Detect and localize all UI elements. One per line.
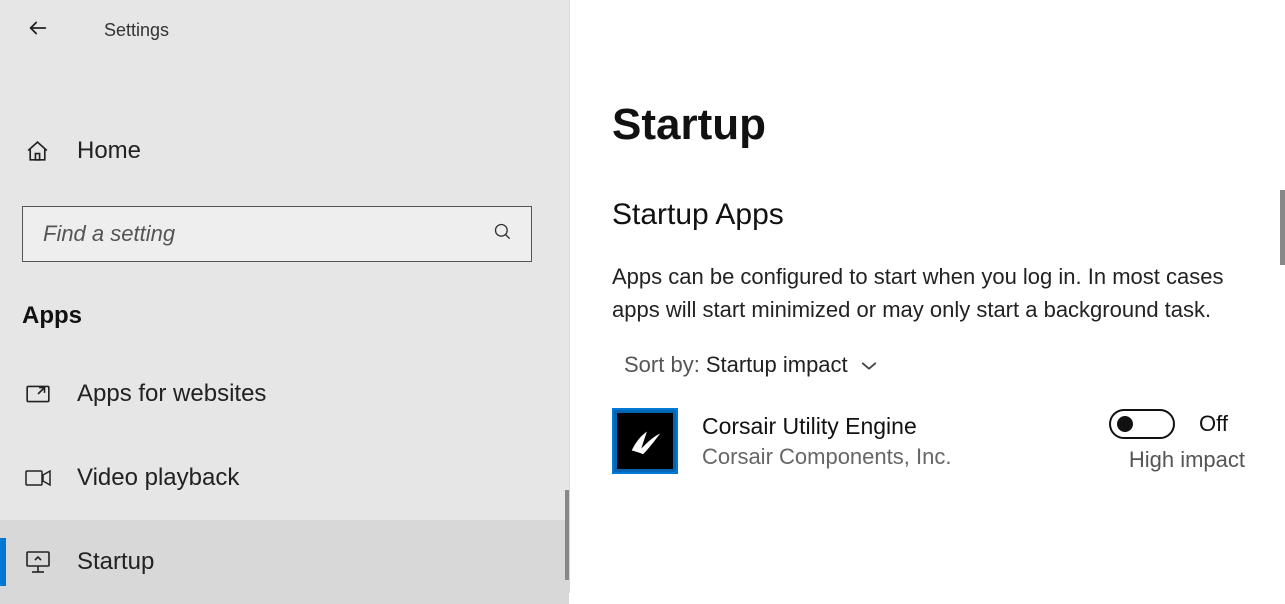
app-name: Corsair Utility Engine — [702, 413, 951, 440]
search-icon — [493, 222, 513, 247]
back-button[interactable] — [10, 2, 66, 58]
toggle-state-label: Off — [1199, 411, 1245, 437]
startup-icon — [25, 549, 77, 575]
video-playback-icon — [25, 465, 77, 491]
minimize-button[interactable] — [1051, 5, 1129, 52]
page-title: Startup — [612, 100, 1285, 150]
sidebar-header: Settings — [0, 0, 569, 60]
apps-for-websites-icon — [25, 381, 77, 407]
startup-toggle[interactable] — [1109, 409, 1175, 439]
sidebar-nav-list: Apps for websites Video playback Sta — [0, 352, 569, 604]
sidebar-item-label: Video playback — [77, 464, 239, 492]
startup-app-row: Corsair Utility Engine Corsair Component… — [612, 408, 1245, 474]
arrow-left-icon — [27, 17, 49, 44]
settings-sidebar: Settings Home Apps — [0, 0, 570, 593]
app-text: Corsair Utility Engine Corsair Component… — [702, 413, 951, 470]
nav-home[interactable]: Home — [0, 120, 569, 182]
app-info: Corsair Utility Engine Corsair Component… — [612, 408, 951, 474]
window-controls — [1051, 5, 1285, 52]
sidebar-section-label: Apps — [22, 302, 569, 330]
close-button[interactable] — [1207, 5, 1285, 52]
app-controls: Off High impact — [1109, 409, 1245, 473]
search-box[interactable] — [22, 206, 532, 262]
nav-home-label: Home — [77, 137, 141, 165]
toggle-knob — [1117, 416, 1133, 432]
sidebar-item-startup[interactable]: Startup — [0, 520, 569, 604]
content-scrollbar[interactable] — [1280, 190, 1285, 265]
section-description: Apps can be configured to start when you… — [612, 260, 1232, 326]
app-publisher: Corsair Components, Inc. — [702, 444, 951, 470]
impact-label: High impact — [1129, 447, 1245, 473]
sort-selector[interactable]: Startup impact — [706, 352, 878, 378]
chevron-down-icon — [860, 352, 878, 378]
search-input[interactable] — [41, 220, 461, 248]
maximize-button[interactable] — [1129, 5, 1207, 52]
sort-value: Startup impact — [706, 352, 848, 378]
home-icon — [25, 139, 77, 164]
content-pane: Startup Startup Apps Apps can be configu… — [570, 0, 1285, 593]
corsair-logo-icon — [617, 413, 673, 469]
sidebar-item-video-playback[interactable]: Video playback — [0, 436, 569, 520]
section-title: Startup Apps — [612, 198, 1285, 232]
sidebar-item-label: Apps for websites — [77, 380, 266, 408]
sort-row: Sort by: Startup impact — [624, 352, 1285, 378]
sort-label: Sort by: — [624, 352, 700, 378]
sidebar-item-label: Startup — [77, 548, 154, 576]
app-icon-frame — [612, 408, 678, 474]
search-wrap — [22, 206, 547, 262]
sidebar-item-apps-for-websites[interactable]: Apps for websites — [0, 352, 569, 436]
sidebar-scrollbar[interactable] — [565, 490, 569, 580]
window-title: Settings — [104, 20, 169, 41]
